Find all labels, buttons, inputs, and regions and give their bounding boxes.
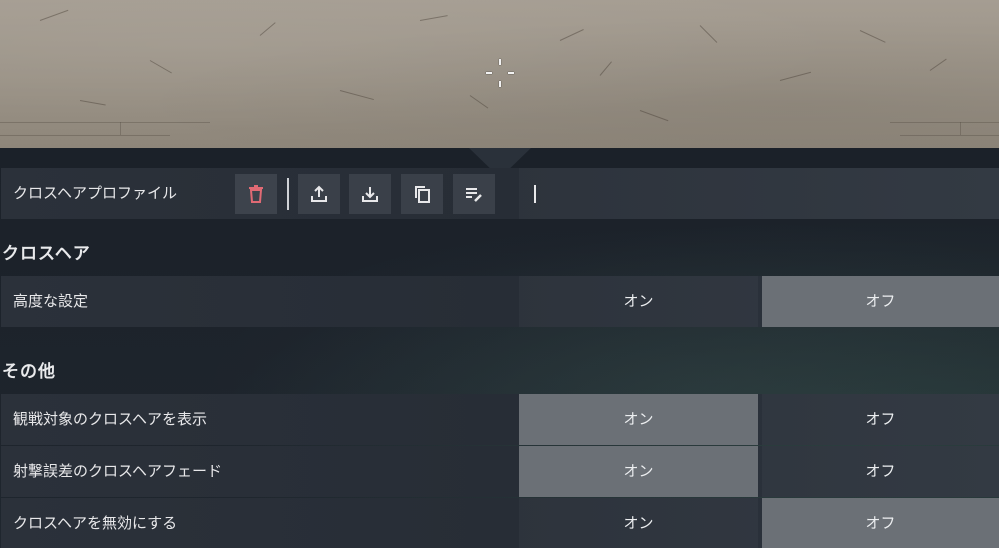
- copy-icon: [415, 186, 430, 203]
- export-profile-button[interactable]: [298, 174, 340, 214]
- setting-row-spectated-crosshair: 観戦対象のクロスヘアを表示 オン オフ: [1, 394, 999, 445]
- setting-label-firing-error-fade: 射撃誤差のクロスヘアフェード: [13, 462, 222, 480]
- text-caret: [534, 185, 536, 203]
- download-icon: [362, 187, 378, 202]
- toggle-off-disable-crosshair[interactable]: オフ: [762, 498, 999, 548]
- toggle-on-spectated-crosshair[interactable]: オン: [519, 394, 758, 445]
- rename-profile-button[interactable]: [453, 174, 495, 214]
- setting-row-firing-error-fade: 射撃誤差のクロスヘアフェード オン オフ: [1, 446, 999, 497]
- copy-profile-button[interactable]: [401, 174, 443, 214]
- toolbar-divider: [287, 178, 289, 210]
- setting-label-spectated-crosshair: 観戦対象のクロスヘアを表示: [13, 410, 207, 428]
- toggle-off-advanced[interactable]: オフ: [762, 276, 999, 327]
- crosshair-preview: [0, 0, 999, 148]
- crosshair-profile-row: クロスヘアプロファイル: [1, 168, 999, 219]
- trash-icon: [249, 185, 263, 203]
- crosshair-settings-screen: クロスヘアプロファイル クロスヘア 高度な設定 オン オフ その他 観戦対象のク…: [0, 0, 999, 548]
- import-profile-button[interactable]: [349, 174, 391, 214]
- toggle-on-disable-crosshair[interactable]: オン: [519, 498, 758, 548]
- toggle-on-firing-error-fade[interactable]: オン: [519, 446, 758, 497]
- edit-list-icon: [466, 188, 482, 202]
- section-title-other: その他: [2, 362, 56, 382]
- toggle-off-firing-error-fade[interactable]: オフ: [762, 446, 999, 497]
- crosshair-profile-label: クロスヘアプロファイル: [13, 184, 177, 202]
- delete-profile-button[interactable]: [235, 174, 277, 214]
- upload-icon: [311, 185, 327, 202]
- section-title-crosshair: クロスヘア: [2, 244, 91, 264]
- toggle-off-spectated-crosshair[interactable]: オフ: [762, 394, 999, 445]
- setting-row-disable-crosshair: クロスヘアを無効にする オン オフ: [1, 498, 999, 548]
- profile-name-input[interactable]: [519, 168, 999, 219]
- setting-row-advanced: 高度な設定 オン オフ: [1, 276, 999, 327]
- setting-label-disable-crosshair: クロスヘアを無効にする: [13, 514, 178, 532]
- toggle-on-advanced[interactable]: オン: [519, 276, 758, 327]
- setting-label-advanced: 高度な設定: [13, 292, 89, 310]
